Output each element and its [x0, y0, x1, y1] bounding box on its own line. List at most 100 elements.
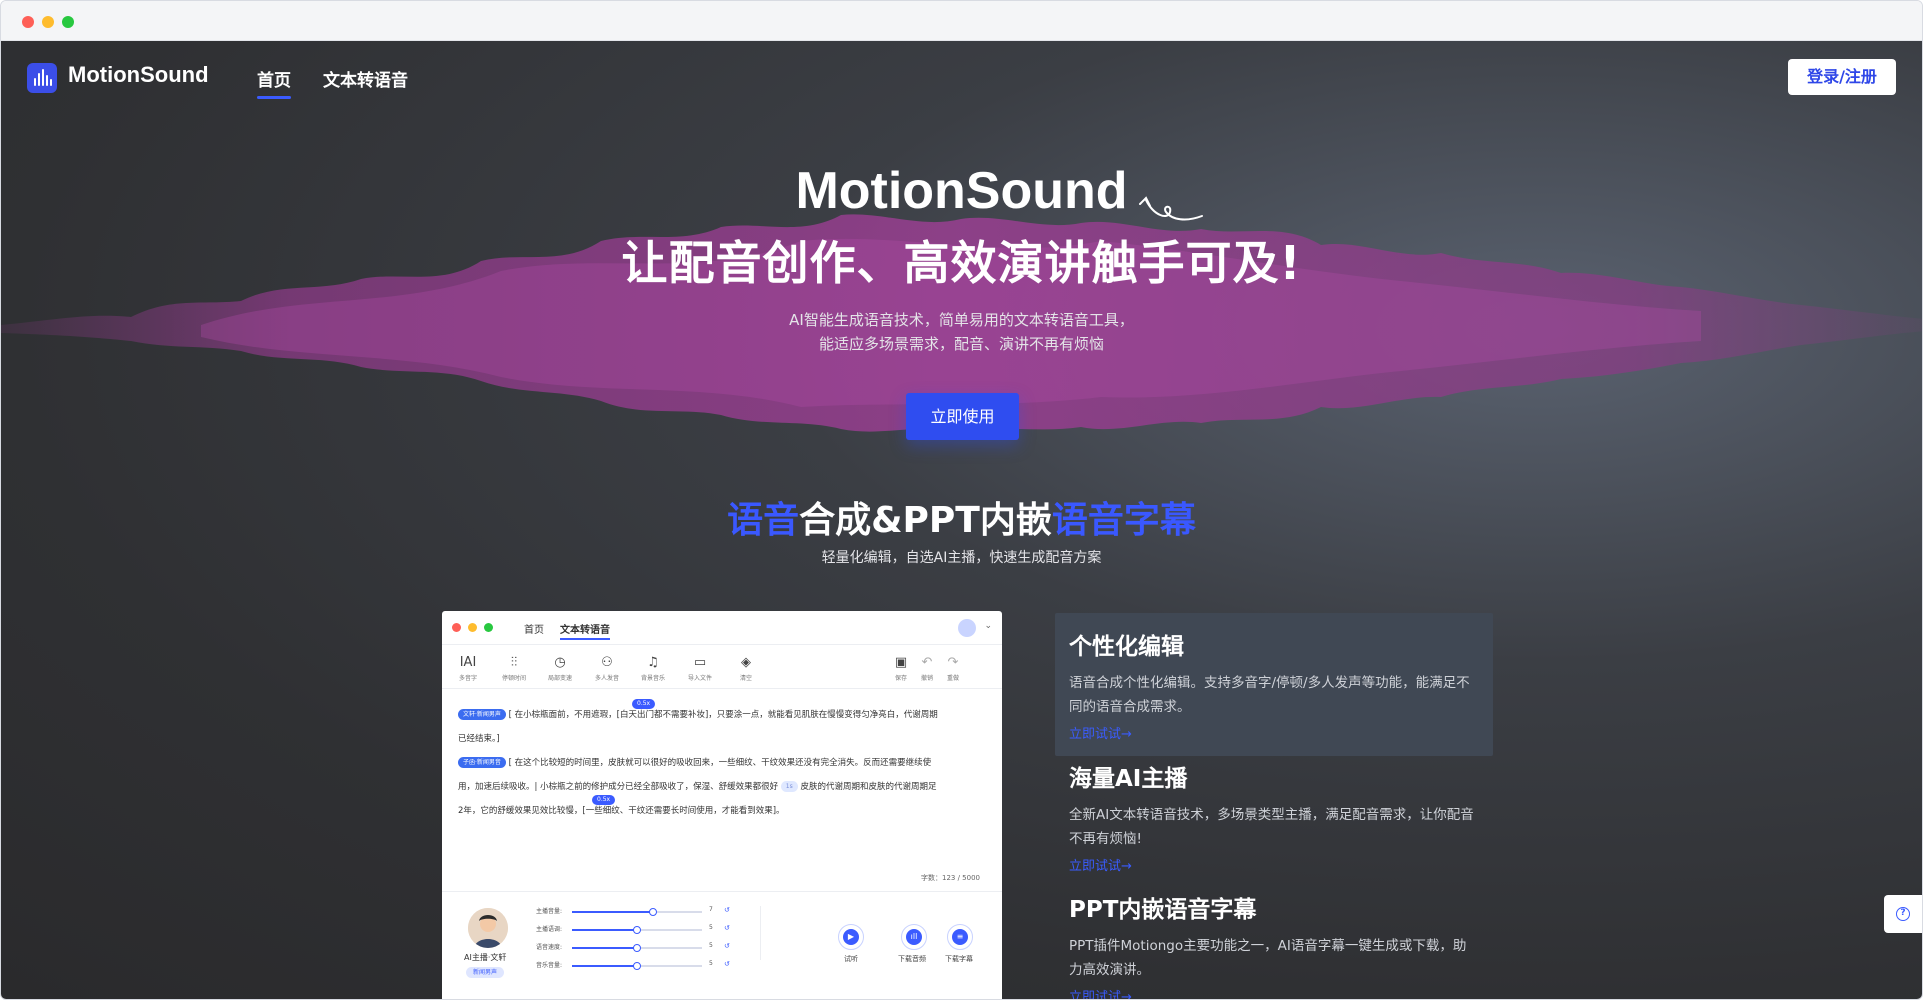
- paragraph-text: 皮肤的代谢周期和皮肤的代谢周期足: [800, 782, 937, 792]
- editor-text-area: 文轩·新闻男声 [ 在小棕瓶面前，不用遮瑕，[白天出门都不需要补妆]，只要涂一点…: [458, 703, 988, 823]
- ai-host-name: AI主播·文轩: [464, 953, 507, 962]
- voice-slider-row: 音乐音量: 5 ↺: [536, 960, 736, 972]
- paragraph-text: [ 在小棕瓶面前，不用遮瑕，[白天出门都不需要补妆]，只要涂一点，就能看见肌肤在…: [508, 710, 938, 720]
- hero-subtitle: 让配音创作、高效演讲触手可及!: [621, 236, 1302, 290]
- tool-label: 局部变速: [547, 675, 572, 682]
- slider-track: [572, 962, 702, 970]
- reset-icon: ↺: [724, 960, 730, 968]
- tool-label: 停顿时间: [501, 675, 526, 682]
- browser-window: MotionSound 首页 文本转语音 登录/注册 MotionSound 让…: [0, 0, 1923, 1000]
- login-register-button[interactable]: 登录/注册: [1788, 59, 1896, 95]
- pause-tag: 1s: [780, 781, 798, 792]
- try-now-link[interactable]: 立即试试→: [1069, 855, 1479, 874]
- tool-pause: ⫶⫶ 停顿时间: [494, 655, 534, 682]
- slider-fill: [572, 929, 637, 931]
- chevron-down-icon: ⌄: [984, 621, 992, 631]
- subtitle-icon: ≡: [952, 929, 968, 945]
- top-navbar: MotionSound 首页 文本转语音 登录/注册: [1, 41, 1922, 111]
- tool-redo: ↷ 重做: [938, 655, 968, 682]
- logo-text[interactable]: MotionSound: [68, 62, 209, 88]
- polyphone-icon: IAI: [459, 655, 477, 670]
- redo-icon: ↷: [947, 655, 959, 670]
- reset-icon: ↺: [724, 906, 730, 914]
- preview-green-dot: [484, 623, 493, 632]
- try-now-link[interactable]: 立即试试→: [1069, 723, 1479, 742]
- feature-card-ai-hosts[interactable]: 海量AI主播 全新AI文本转语音技术，多场景类型主播，满足配音需求，让你配音不再…: [1055, 745, 1493, 888]
- feature-description: 全新AI文本转语音技术，多场景类型主播，满足配音需求，让你配音不再有烦恼!: [1069, 807, 1474, 847]
- curly-arrow-icon: [1139, 196, 1203, 221]
- preview-action-label: 试听: [844, 955, 858, 963]
- feature-title: 个性化编辑: [1069, 634, 1184, 660]
- user-avatar-icon: [958, 619, 976, 637]
- slider-track: [572, 908, 702, 916]
- music-icon: ♫: [647, 655, 659, 670]
- slider-label: 语音速度:: [536, 944, 563, 951]
- tool-bgm: ♫ 背景音乐: [633, 655, 673, 682]
- download-audio-button: ıll: [901, 924, 927, 950]
- eraser-icon: ◈: [741, 655, 751, 670]
- nav-link-text-to-speech[interactable]: 文本转语音: [323, 66, 408, 91]
- maximize-window-button[interactable]: [62, 16, 74, 28]
- close-window-button[interactable]: [22, 16, 34, 28]
- window-titlebar: [1, 1, 1922, 41]
- paragraph-text: 用，加速后续吸收。| 小棕瓶之前的修护成分已经全部吸收了，保湿、舒缓效果都很好: [458, 782, 779, 792]
- section-title-highlight-1: 语音: [727, 500, 800, 541]
- help-button[interactable]: ?: [1884, 895, 1922, 933]
- slider-label: 主播语调:: [536, 926, 563, 933]
- landing-page: MotionSound 首页 文本转语音 登录/注册 MotionSound 让…: [1, 41, 1922, 999]
- preview-yellow-dot: [468, 623, 477, 632]
- tool-speed: ◷ 局部变速: [540, 655, 580, 682]
- app-preview-header: 首页 文本转语音 ⌄: [442, 611, 1002, 645]
- tool-import: ▭ 导入文件: [680, 655, 720, 682]
- slider-knob: [633, 944, 641, 952]
- preview-action-label: 下载字幕: [945, 955, 973, 963]
- tool-clear: ◈ 清空: [726, 655, 766, 682]
- preview-tab-home: 首页: [524, 625, 544, 636]
- editor-paragraph-2: 子函·新闻男音 [ 在这个比较短的时间里，皮肤就可以很好的吸收回来，一些细纹、干…: [458, 751, 988, 775]
- nav-link-home[interactable]: 首页: [257, 66, 291, 99]
- try-now-link[interactable]: 立即试试→: [1069, 986, 1479, 999]
- feature-description: 语音合成个性化编辑。支持多音字/停顿/多人发声等功能，能满足不同的语音合成需求。: [1069, 675, 1470, 715]
- hero-description-line-2: 能适应多场景需求，配音、演讲不再有烦恼: [818, 335, 1104, 353]
- download-subtitle-button: ≡: [947, 924, 973, 950]
- editor-paragraph-2-line-3: 2年，它的舒缓效果见效比较慢，[一些细纹、干纹还需要长时间使用，才能看到效果]。: [458, 806, 785, 816]
- section-title-middle: 合成&PPT内嵌: [799, 500, 1052, 541]
- preview-play-button: ▶: [838, 924, 864, 950]
- voice-tag: 子函·新闻男音: [458, 757, 506, 768]
- audio-wave-icon: ıll: [906, 929, 922, 945]
- hero-title: MotionSound: [795, 162, 1128, 220]
- minimize-window-button[interactable]: [42, 16, 54, 28]
- start-now-button[interactable]: 立即使用: [906, 393, 1019, 440]
- pause-icon: ⫶⫶: [510, 655, 518, 670]
- ai-host-tag: 新闻男声: [466, 967, 505, 978]
- slider-knob: [633, 926, 641, 934]
- slider-value: 7: [709, 906, 713, 913]
- feature-card-personalized-editing[interactable]: 个性化编辑 语音合成个性化编辑。支持多音字/停顿/多人发声等功能，能满足不同的语…: [1055, 613, 1493, 756]
- preview-red-dot: [452, 623, 461, 632]
- soundwave-logo-icon[interactable]: [27, 63, 57, 93]
- people-icon: ⚇: [601, 655, 613, 670]
- slider-knob: [648, 908, 657, 916]
- feature-title: PPT内嵌语音字幕: [1069, 897, 1257, 923]
- feature-card-ppt-subtitles[interactable]: PPT内嵌语音字幕 PPT插件Motiongo主要功能之一，AI语音字幕一键生成…: [1055, 876, 1493, 999]
- slider-track: [572, 926, 702, 934]
- slider-fill: [572, 911, 653, 913]
- tool-label: 多人发音: [594, 675, 619, 682]
- slider-value: 5: [709, 960, 713, 967]
- tool-multi-voice: ⚇ 多人发音: [587, 655, 627, 682]
- tool-label: 背景音乐: [640, 675, 665, 682]
- slider-track: [572, 944, 702, 952]
- feature-title: 海量AI主播: [1069, 766, 1188, 792]
- voice-slider-row: 主播语调: 5 ↺: [536, 924, 736, 936]
- tool-label: 清空: [739, 675, 752, 682]
- editor-paragraph-1-end: 已经结束。]: [458, 734, 500, 744]
- preview-tab-tts: 文本转语音: [560, 621, 610, 640]
- section-title: 语音合成&PPT内嵌语音字幕: [1, 491, 1922, 543]
- folder-icon: ▭: [693, 655, 707, 670]
- preview-toolbar: IAI 多音字 ⫶⫶ 停顿时间 ◷ 局部变速 ⚇ 多人发音 ♫ 背景音乐 ▭ 导入文件 ◈ 清…: [442, 651, 1002, 689]
- voice-slider-row: 语音速度: 5 ↺: [536, 942, 736, 954]
- ai-host-avatar: [468, 908, 508, 948]
- character-count: 字数：123 / 5000: [921, 874, 980, 882]
- play-icon: ▶: [843, 929, 859, 945]
- slider-label: 音乐音量:: [536, 962, 563, 969]
